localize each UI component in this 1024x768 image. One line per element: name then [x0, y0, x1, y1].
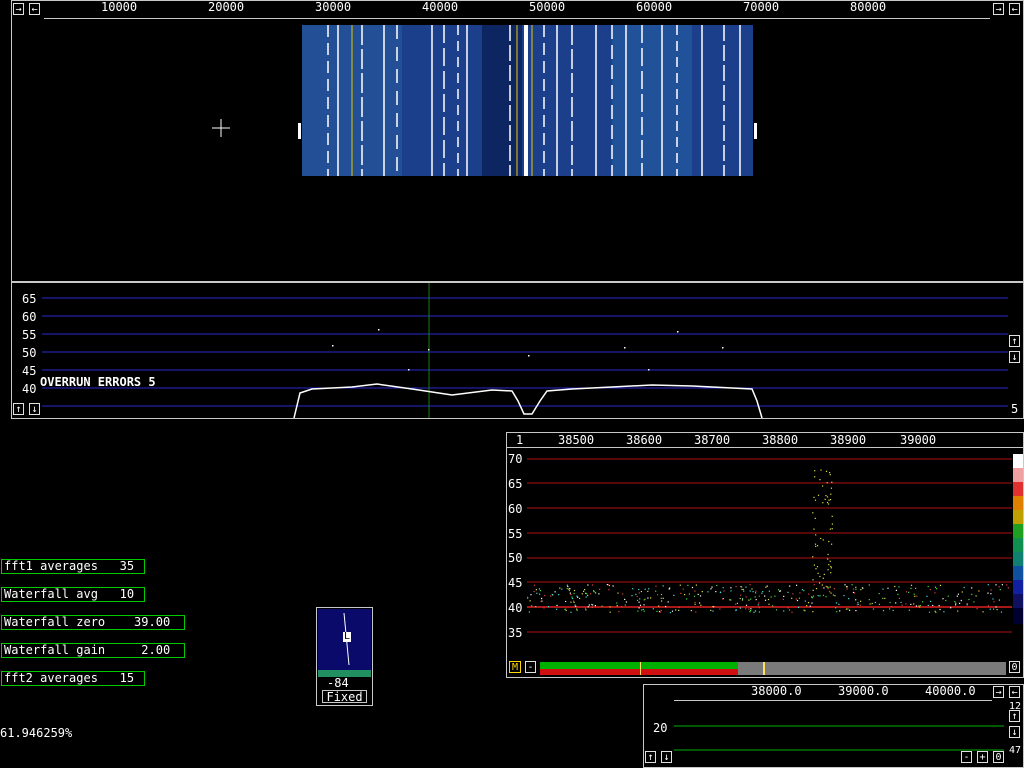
zoom-level-bar[interactable] [540, 662, 1006, 675]
waterfall-scroll-right-button[interactable]: → [13, 3, 24, 15]
zoom-left-label: 1 [516, 433, 524, 447]
baseband-x-axis: 38000.0 39000.0 40000.0 [674, 684, 992, 701]
freq-tick-label: 40000 [422, 0, 459, 14]
baseband-x-tick: 38000.0 [751, 684, 802, 698]
zoom-level-marker-2 [640, 662, 641, 675]
zoom-level-bar-red [540, 669, 738, 675]
zoom-y-label: 60 [508, 502, 523, 516]
waterfall-scroll-left-button[interactable]: ← [29, 3, 40, 15]
s-meter: L -84 Fixed [316, 607, 373, 706]
spectrum-down-button[interactable]: ↓ [29, 403, 40, 415]
overrun-errors-text: OVERRUN ERRORS 5 [40, 375, 156, 389]
zoom-y-label: 35 [508, 626, 523, 640]
baseband-plus-button[interactable]: + [977, 751, 988, 763]
zoom-x-axis: 1 38500 38600 38700 38800 38900 39000 [507, 433, 1023, 448]
zoom-zero-button[interactable]: 0 [1009, 661, 1020, 673]
baseband-down-button[interactable]: ↓ [661, 751, 672, 763]
s-meter-value: -84 [327, 676, 349, 690]
baseband-zero-button[interactable]: 0 [993, 751, 1004, 763]
baseband-scale-up-button[interactable]: ↑ [1009, 710, 1020, 722]
spectrum-scale-down-button[interactable]: ↓ [1009, 351, 1020, 363]
zoom-y-label: 50 [508, 551, 523, 565]
zoom-noise-dots [527, 469, 1009, 614]
waterfall-zero-param[interactable]: Waterfall zero 39.00 [1, 615, 185, 630]
freq-tick-label: 80000 [850, 0, 887, 14]
fft1-averages-param[interactable]: fft1 averages 35 [1, 559, 145, 574]
zoom-level-marker [763, 662, 765, 675]
spectrum-scale-up-button[interactable]: ↑ [1009, 335, 1020, 347]
zoom-minus-button[interactable]: - [525, 661, 536, 673]
freq-tick-label: 20000 [208, 0, 245, 14]
zoom-x-tick: 39000 [900, 433, 937, 447]
spectrum-y-label: 65 [22, 292, 37, 306]
spectrum-y-label: 60 [22, 310, 37, 324]
zoom-y-label: 55 [508, 527, 523, 541]
baseband-up-button[interactable]: ↑ [645, 751, 656, 763]
baseband-minus-button[interactable]: - [961, 751, 972, 763]
freq-tick-label: 60000 [636, 0, 673, 14]
s-meter-marker: L [343, 631, 352, 642]
spectrum-y-label: 40 [22, 382, 37, 396]
freq-tick-label: 50000 [529, 0, 566, 14]
cpu-load-percent: 61.946259% [0, 726, 73, 740]
zoom-y-label: 65 [508, 477, 523, 491]
spectrum-y-label: 55 [22, 328, 37, 342]
s-meter-dial: L [318, 609, 371, 670]
baseband-right-button[interactable]: → [993, 686, 1004, 698]
spectrum-y-label: 45 [22, 364, 37, 378]
waterfall-gain-param[interactable]: Waterfall gain 2.00 [1, 643, 185, 658]
zoom-x-tick: 38500 [558, 433, 595, 447]
baseband-x-tick: 40000.0 [925, 684, 976, 698]
baseband-left-button[interactable]: ← [1009, 686, 1020, 698]
spectrum-up-button[interactable]: ↑ [13, 403, 24, 415]
spectrum-right-value: 5 [1011, 402, 1019, 416]
baseband-scale-down-button[interactable]: ↓ [1009, 726, 1020, 738]
baseband-graph[interactable] [644, 700, 1004, 768]
baseband-x-tick: 39000.0 [838, 684, 889, 698]
zoom-x-tick: 38700 [694, 433, 731, 447]
zoom-x-tick: 38900 [830, 433, 867, 447]
freq-tick-label: 30000 [315, 0, 352, 14]
zoom-spectrum-graph[interactable] [507, 448, 1023, 658]
zoom-y-label: 70 [508, 452, 523, 466]
spectrum-graph[interactable] [12, 283, 1023, 418]
spectrum-y-label: 50 [22, 346, 37, 360]
frequency-axis: 10000 20000 30000 40000 50000 60000 7000… [44, 0, 990, 19]
waterfall-avg-param[interactable]: Waterfall avg 10 [1, 587, 145, 602]
baseband-y-label: 20 [653, 721, 668, 735]
zoom-m-button[interactable]: M [509, 661, 521, 673]
s-meter-mode-button[interactable]: Fixed [322, 690, 367, 703]
waterfall-scroll-right-button-2[interactable]: → [993, 3, 1004, 15]
freq-tick-label: 10000 [101, 0, 138, 14]
freq-tick-label: 70000 [743, 0, 780, 14]
zoom-x-tick: 38800 [762, 433, 799, 447]
zoom-x-tick: 38600 [626, 433, 663, 447]
fft2-averages-param[interactable]: fft2 averages 15 [1, 671, 145, 686]
zoom-y-label: 45 [508, 576, 523, 590]
waterfall-scroll-left-button-2[interactable]: ← [1009, 3, 1020, 15]
zoom-y-label: 40 [508, 601, 523, 615]
zoom-level-bar-green [540, 662, 738, 669]
waterfall-display[interactable] [12, 19, 1023, 281]
baseband-right-bottom: 47 [1009, 745, 1022, 756]
